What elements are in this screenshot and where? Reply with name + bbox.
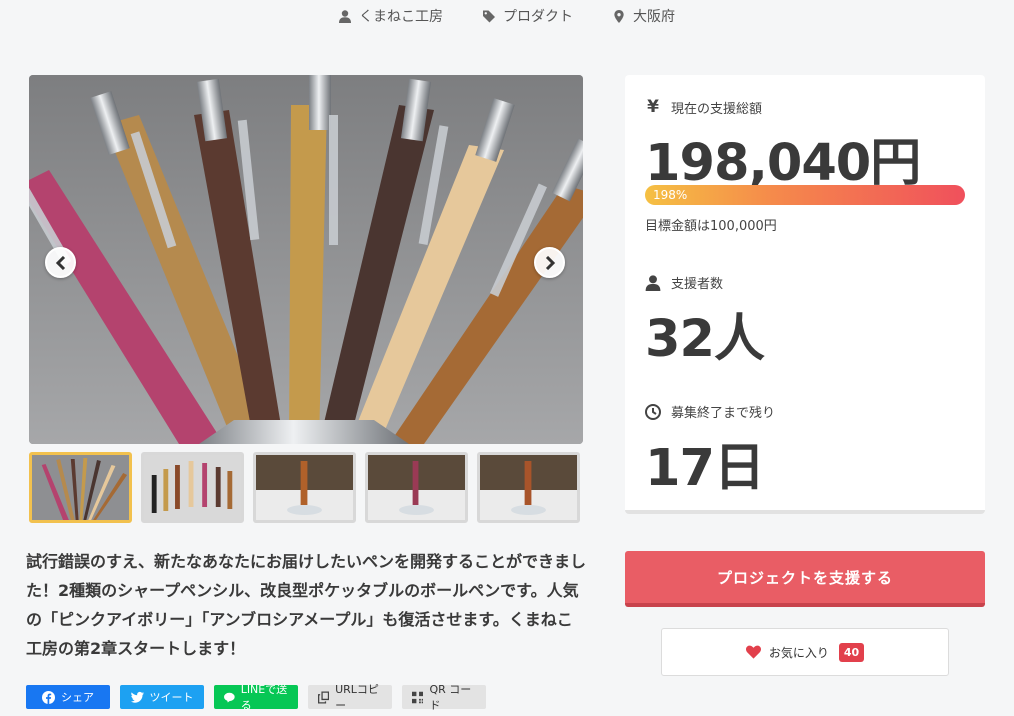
facebook-share-label: シェア [61,691,94,704]
line-icon [224,692,235,702]
twitter-share-button[interactable]: ツイート [120,685,204,709]
gallery-next-button[interactable] [534,247,565,278]
gallery-prev-button[interactable] [45,247,76,278]
thumbnail[interactable] [253,452,356,523]
qr-code-label: QR コード [429,683,472,712]
total-amount-value: 198,040円 [645,134,921,193]
project-description: 試行錯誤のすえ、新たなあなたにお届けしたいペンを開発することができました！2種類… [26,552,587,658]
location-link[interactable]: 大阪府 [613,6,675,26]
thumbnail-strip [29,452,583,524]
progress-percent: 198% [653,188,688,202]
favorite-button[interactable]: お気に入り 40 [661,628,949,676]
facebook-share-button[interactable]: シェア [26,685,110,709]
facebook-icon [42,690,55,704]
thumbnail-image [368,455,465,520]
user-icon [645,274,661,291]
share-buttons: シェア ツイート LINEで送る URLコピー QR コード [26,683,486,712]
support-project-button[interactable]: プロジェクトを支援する [625,551,985,607]
backers-value: 32人 [645,310,765,369]
tag-icon [483,10,495,22]
qr-code-icon [412,691,424,703]
twitter-share-label: ツイート [149,691,194,704]
thumbnail[interactable] [477,452,580,523]
funding-progress-fill: 198% [645,185,965,205]
thumbnail[interactable] [29,452,132,523]
thumbnail-image [32,455,129,520]
total-amount-label: 現在の支援総額 [671,101,763,117]
url-copy-button[interactable]: URLコピー [308,683,392,712]
backers-label-row: 支援者数 [645,273,723,292]
backers-label: 支援者数 [671,277,724,292]
twitter-icon [130,691,144,703]
favorite-count-badge: 40 [838,642,865,662]
thumbnail-image [480,455,577,520]
thumbnail[interactable] [365,452,468,523]
location-name: 大阪府 [633,9,675,25]
line-share-button[interactable]: LINEで送る [214,683,298,712]
total-amount-label-row: ¥ 現在の支援総額 [645,97,762,117]
url-copy-label: URLコピー [335,683,379,712]
copy-icon [318,691,330,703]
user-icon [339,9,351,23]
qr-code-button[interactable]: QR コード [402,683,486,712]
creator-link[interactable]: くまねこ工房 [339,6,443,26]
chevron-left-icon [55,255,65,270]
map-pin-icon [614,9,624,23]
chevron-right-icon [545,255,555,270]
line-share-label: LINEで送る [240,683,288,712]
thumbnail-image [144,455,241,520]
funding-progress-bar: 198% [645,185,965,205]
clock-icon [645,403,661,420]
project-meta-bar: くまねこ工房 プロダクト 大阪府 [0,0,1014,32]
category-link[interactable]: プロダクト [483,6,573,26]
yen-icon: ¥ [647,97,659,117]
creator-name: くまねこ工房 [359,9,443,25]
category-name: プロダクト [503,9,573,25]
goal-amount: 目標金額は100,000円 [645,219,777,234]
remaining-label: 募集終了まで残り [671,406,776,421]
favorite-label: お気に入り [768,645,829,660]
remaining-value: 17日 [645,439,765,498]
pens-photo [29,75,583,444]
main-image [29,75,583,444]
remaining-label-row: 募集終了まで残り [645,402,775,421]
thumbnail[interactable] [141,452,244,523]
funding-stats-card: ¥ 現在の支援総額 198,040円 198% 目標金額は100,000円 支援… [625,75,985,514]
thumbnail-image [256,455,353,520]
heart-icon [745,645,761,659]
